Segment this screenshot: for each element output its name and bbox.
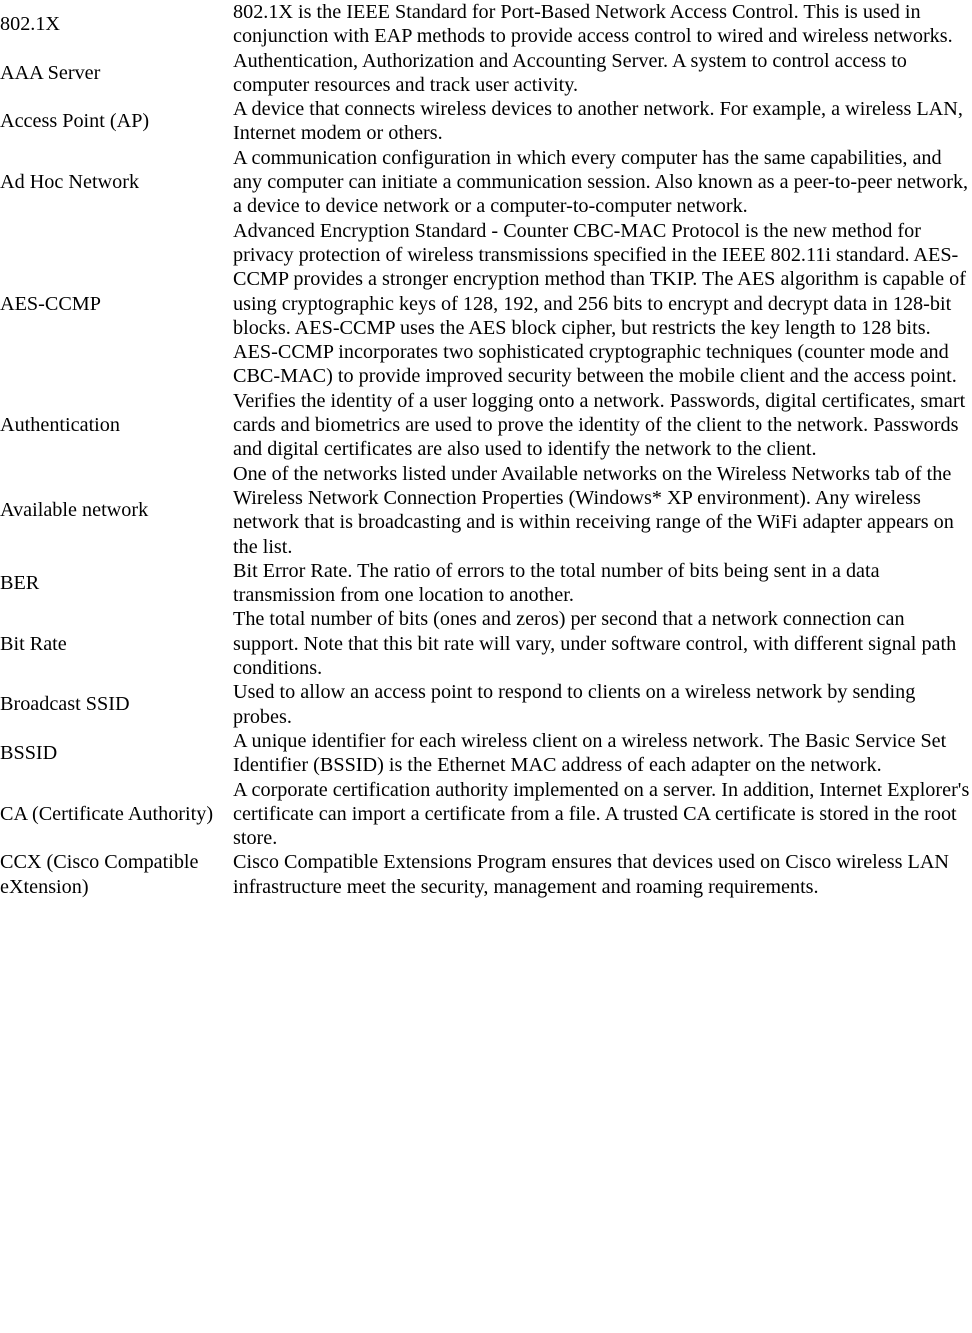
glossary-term: BSSID — [0, 742, 58, 765]
glossary-term: CCX (Cisco Compatible eXtension) — [0, 851, 199, 898]
glossary-term: Ad Hoc Network — [0, 171, 140, 194]
glossary-term: CA (Certificate Authority) — [0, 802, 214, 825]
table-row: Authentication Verifies the identity of … — [0, 389, 972, 462]
glossary-definition: A unique identifier for each wireless cl… — [233, 729, 947, 777]
table-row: BSSID A unique identifier for each wirel… — [0, 729, 972, 778]
glossary-term: Bit Rate — [0, 632, 67, 655]
glossary-definition: Used to allow an access point to respond… — [233, 681, 916, 728]
glossary-term: AAA Server — [0, 61, 101, 84]
glossary-term: AES-CCMP — [0, 292, 101, 315]
table-row: Available network One of the networks li… — [0, 462, 972, 559]
glossary-definition: The total number of bits (ones and zeros… — [233, 608, 957, 680]
glossary-definition: Verifies the identity of a user logging … — [233, 389, 966, 461]
glossary-definition: A corporate certification authority impl… — [233, 778, 970, 850]
glossary-term: Access Point (AP) — [0, 110, 150, 133]
table-row: Bit Rate The total number of bits (ones … — [0, 607, 972, 680]
table-row: CCX (Cisco Compatible eXtension) Cisco C… — [0, 850, 972, 899]
glossary-table: 802.1X 802.1X is the IEEE Standard for P… — [0, 0, 972, 899]
glossary-term: Available network — [0, 499, 149, 522]
table-row: AES-CCMP Advanced Encryption Standard - … — [0, 219, 972, 389]
glossary-definition: A device that connects wireless devices … — [233, 98, 963, 145]
glossary-definition: Cisco Compatible Extensions Program ensu… — [233, 851, 949, 898]
table-row: Access Point (AP) A device that connects… — [0, 97, 972, 146]
glossary-definition: Authentication, Authorization and Accoun… — [233, 49, 907, 96]
table-row: BER Bit Error Rate. The ratio of errors … — [0, 559, 972, 608]
table-row: AAA Server Authentication, Authorization… — [0, 49, 972, 98]
glossary-table-body: 802.1X 802.1X is the IEEE Standard for P… — [0, 0, 972, 899]
glossary-definition: Bit Error Rate. The ratio of errors to t… — [233, 559, 880, 607]
glossary-term: BER — [0, 571, 40, 594]
table-row: Broadcast SSID Used to allow an access p… — [0, 680, 972, 729]
table-row: CA (Certificate Authority) A corporate c… — [0, 778, 972, 851]
glossary-definition: A communication configuration in which e… — [233, 146, 969, 218]
glossary-term: Authentication — [0, 414, 120, 437]
glossary-definition: 802.1X is the IEEE Standard for Port-Bas… — [233, 1, 953, 48]
table-row: Ad Hoc Network A communication configura… — [0, 146, 972, 219]
glossary-definition: Advanced Encryption Standard - Counter C… — [233, 219, 966, 388]
glossary-definition: One of the networks listed under Availab… — [233, 462, 954, 558]
glossary-term: 802.1X — [0, 13, 61, 36]
glossary-term: Broadcast SSID — [0, 693, 130, 716]
table-row: 802.1X 802.1X is the IEEE Standard for P… — [0, 0, 972, 49]
